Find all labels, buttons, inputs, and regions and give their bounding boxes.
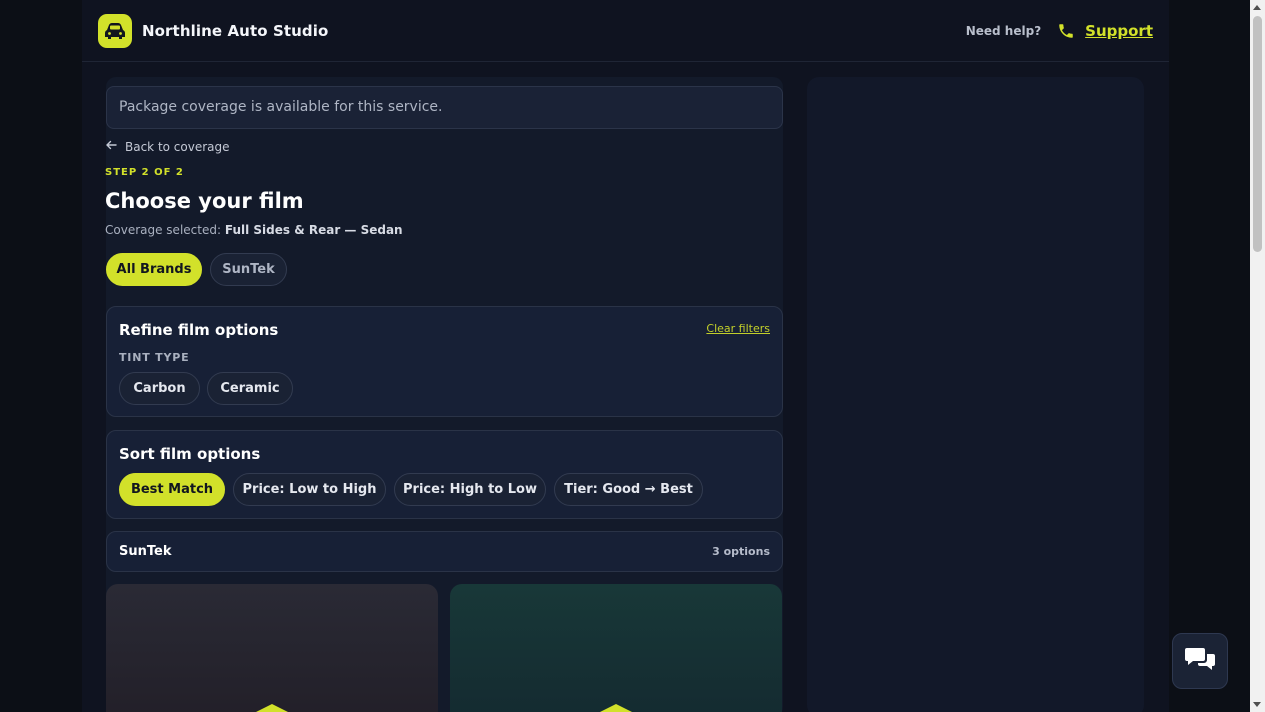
tint-type-label: TINT TYPE <box>119 351 190 364</box>
clear-filters-link[interactable]: Clear filters <box>706 322 770 335</box>
step-indicator: STEP 2 OF 2 <box>105 167 184 178</box>
sort-best-match[interactable]: Best Match <box>119 473 225 506</box>
car-icon <box>98 13 132 48</box>
film-badge-icon <box>256 704 288 712</box>
arrow-left-icon <box>105 139 117 154</box>
tint-option-carbon[interactable]: Carbon <box>119 372 200 405</box>
film-card[interactable] <box>106 584 438 712</box>
help-area: Need help? Support <box>966 22 1153 40</box>
sort-tier[interactable]: Tier: Good → Best <box>554 473 703 506</box>
back-link-label: Back to coverage <box>125 139 230 154</box>
coverage-prefix: Coverage selected: <box>105 223 222 237</box>
tint-option-ceramic[interactable]: Ceramic <box>207 372 293 405</box>
film-badge-icon <box>600 704 632 712</box>
brand-group-header: SunTek 3 options <box>106 531 783 572</box>
brand[interactable]: Northline Auto Studio <box>98 13 329 48</box>
chat-bubbles-icon <box>1185 646 1215 676</box>
summary-sidebar <box>807 77 1144 712</box>
support-link[interactable]: Support <box>1085 22 1153 40</box>
coverage-selected: Coverage selected: Full Sides & Rear — S… <box>105 223 403 237</box>
sort-price-low-high[interactable]: Price: Low to High <box>233 473 386 506</box>
brand-filter-all[interactable]: All Brands <box>106 253 202 286</box>
phone-icon <box>1057 22 1075 40</box>
film-card[interactable] <box>450 584 782 712</box>
sort-price-high-low[interactable]: Price: High to Low <box>394 473 546 506</box>
top-bar: Northline Auto Studio Need help? Support <box>82 0 1169 62</box>
refine-panel: Refine film options Clear filters TINT T… <box>106 306 783 417</box>
brand-filter-suntek[interactable]: SunTek <box>210 253 287 286</box>
brand-group-name: SunTek <box>119 544 172 559</box>
chat-button[interactable] <box>1172 633 1228 689</box>
scroll-up-icon[interactable] <box>1253 5 1261 10</box>
help-text: Need help? <box>965 23 1042 38</box>
sort-panel: Sort film options Best Match Price: Low … <box>106 430 783 519</box>
coverage-notice: Package coverage is available for this s… <box>106 86 783 129</box>
back-link[interactable]: Back to coverage <box>105 139 230 154</box>
scroll-down-icon[interactable] <box>1253 702 1261 707</box>
brand-group-count: 3 options <box>712 545 770 558</box>
coverage-value: Full Sides & Rear — Sedan <box>224 223 403 237</box>
page-title: Choose your film <box>105 189 304 213</box>
sort-title: Sort film options <box>119 445 261 463</box>
brand-name: Northline Auto Studio <box>142 21 329 40</box>
scroll-thumb[interactable] <box>1253 16 1262 252</box>
refine-title: Refine film options <box>119 321 279 339</box>
page-scrollbar[interactable] <box>1250 0 1265 712</box>
